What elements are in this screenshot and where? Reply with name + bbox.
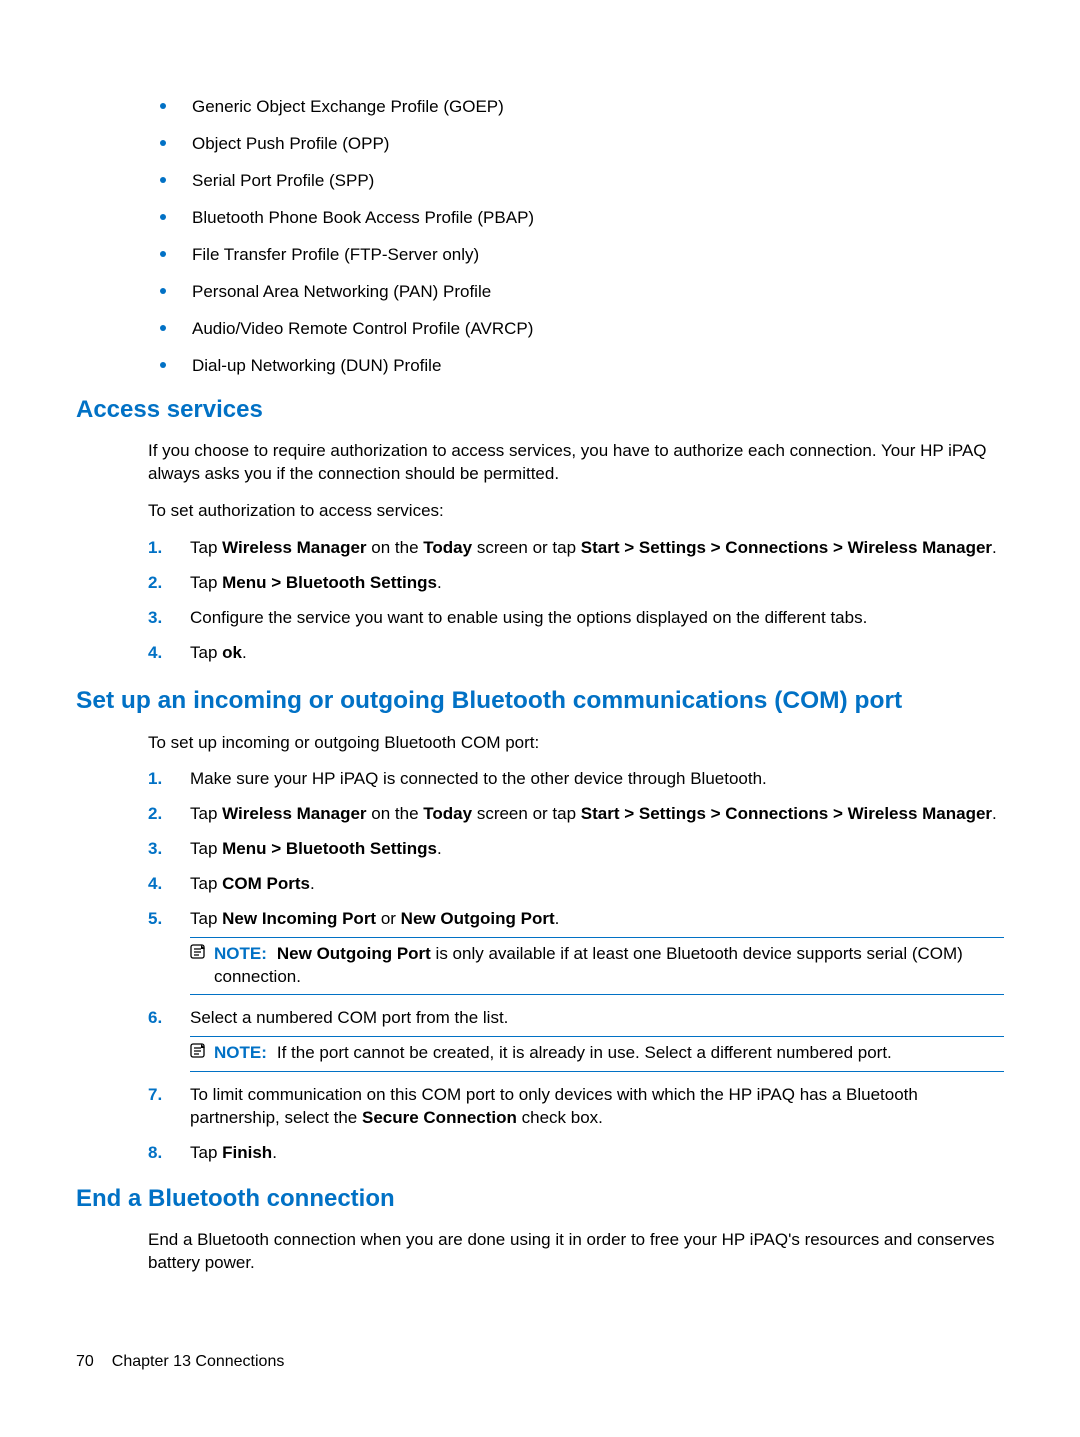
step-number: 2. [148, 572, 190, 595]
bullet-text: Personal Area Networking (PAN) Profile [192, 281, 1004, 304]
step-item: 1. Tap Wireless Manager on the Today scr… [148, 537, 1004, 560]
step-number: 1. [148, 537, 190, 560]
list-item: Serial Port Profile (SPP) [154, 170, 1004, 193]
list-item: Generic Object Exchange Profile (GOEP) [154, 96, 1004, 119]
step-number: 4. [148, 873, 190, 896]
list-item: Audio/Video Remote Control Profile (AVRC… [154, 318, 1004, 341]
bullet-text: Object Push Profile (OPP) [192, 133, 1004, 156]
bullet-text: Dial-up Networking (DUN) Profile [192, 355, 1004, 378]
note-text: NOTE:If the port cannot be created, it i… [214, 1042, 1004, 1065]
note-container: NOTE:If the port cannot be created, it i… [148, 1036, 1004, 1072]
step-number: 2. [148, 803, 190, 826]
list-item: Bluetooth Phone Book Access Profile (PBA… [154, 207, 1004, 230]
bullet-text: File Transfer Profile (FTP-Server only) [192, 244, 1004, 267]
step-item: 2. Tap Wireless Manager on the Today scr… [148, 803, 1004, 826]
step-number: 6. [148, 1007, 190, 1030]
bullet-icon [160, 325, 166, 331]
bullet-icon [160, 177, 166, 183]
note-text: NOTE:New Outgoing Port is only available… [214, 943, 1004, 989]
step-body: Configure the service you want to enable… [190, 607, 1004, 630]
step-number: 1. [148, 768, 190, 791]
bullet-icon [160, 362, 166, 368]
note-box: NOTE:If the port cannot be created, it i… [190, 1036, 1004, 1072]
list-item: Dial-up Networking (DUN) Profile [154, 355, 1004, 378]
com-steps: 1. Make sure your HP iPAQ is connected t… [148, 768, 1004, 1164]
step-number: 3. [148, 838, 190, 861]
step-body: Tap Wireless Manager on the Today screen… [190, 537, 1004, 560]
bullet-text: Audio/Video Remote Control Profile (AVRC… [192, 318, 1004, 341]
note-label: NOTE: [214, 1043, 267, 1062]
bullet-text: Generic Object Exchange Profile (GOEP) [192, 96, 1004, 119]
step-body: To limit communication on this COM port … [190, 1084, 1004, 1130]
bullet-icon [160, 251, 166, 257]
page-number: 70 [76, 1353, 94, 1370]
step-body: Make sure your HP iPAQ is connected to t… [190, 768, 1004, 791]
step-item: 6. Select a numbered COM port from the l… [148, 1007, 1004, 1030]
bullet-text: Bluetooth Phone Book Access Profile (PBA… [192, 207, 1004, 230]
step-body: Select a numbered COM port from the list… [190, 1007, 1004, 1030]
step-item: 2. Tap Menu > Bluetooth Settings. [148, 572, 1004, 595]
step-body: Tap Menu > Bluetooth Settings. [190, 838, 1004, 861]
step-item: 4. Tap ok. [148, 642, 1004, 665]
list-item: File Transfer Profile (FTP-Server only) [154, 244, 1004, 267]
note-icon [190, 944, 208, 967]
step-number: 3. [148, 607, 190, 630]
note-icon [190, 1043, 208, 1066]
bullet-icon [160, 140, 166, 146]
bullet-icon [160, 214, 166, 220]
step-body: Tap Finish. [190, 1142, 1004, 1165]
list-item: Personal Area Networking (PAN) Profile [154, 281, 1004, 304]
chapter-label: Chapter 13 Connections [112, 1353, 285, 1370]
bullet-icon [160, 103, 166, 109]
step-item: 4. Tap COM Ports. [148, 873, 1004, 896]
note-label: NOTE: [214, 944, 267, 963]
step-number: 7. [148, 1084, 190, 1130]
bullet-text: Serial Port Profile (SPP) [192, 170, 1004, 193]
step-item: 1. Make sure your HP iPAQ is connected t… [148, 768, 1004, 791]
step-number: 8. [148, 1142, 190, 1165]
com-lead: To set up incoming or outgoing Bluetooth… [148, 732, 1004, 755]
heading-com-port: Set up an incoming or outgoing Bluetooth… [76, 684, 1004, 717]
list-item: Object Push Profile (OPP) [154, 133, 1004, 156]
step-item: 8. Tap Finish. [148, 1142, 1004, 1165]
step-body: Tap Menu > Bluetooth Settings. [190, 572, 1004, 595]
end-para: End a Bluetooth connection when you are … [148, 1229, 1004, 1275]
heading-access-services: Access services [76, 394, 1004, 426]
access-intro: If you choose to require authorization t… [148, 440, 1004, 486]
profile-bullet-list: Generic Object Exchange Profile (GOEP) O… [154, 96, 1004, 378]
step-number: 5. [148, 908, 190, 931]
step-body: Tap New Incoming Port or New Outgoing Po… [190, 908, 1004, 931]
step-item: 7. To limit communication on this COM po… [148, 1084, 1004, 1130]
page-footer: 70 Chapter 13 Connections [76, 1351, 284, 1373]
step-body: Tap COM Ports. [190, 873, 1004, 896]
note-container: NOTE:New Outgoing Port is only available… [148, 937, 1004, 995]
step-number: 4. [148, 642, 190, 665]
step-body: Tap ok. [190, 642, 1004, 665]
bullet-icon [160, 288, 166, 294]
step-item: 5. Tap New Incoming Port or New Outgoing… [148, 908, 1004, 931]
access-lead: To set authorization to access services: [148, 500, 1004, 523]
step-item: 3. Tap Menu > Bluetooth Settings. [148, 838, 1004, 861]
step-item: 3. Configure the service you want to ena… [148, 607, 1004, 630]
step-body: Tap Wireless Manager on the Today screen… [190, 803, 1004, 826]
access-steps: 1. Tap Wireless Manager on the Today scr… [148, 537, 1004, 665]
note-box: NOTE:New Outgoing Port is only available… [190, 937, 1004, 995]
heading-end-connection: End a Bluetooth connection [76, 1183, 1004, 1215]
